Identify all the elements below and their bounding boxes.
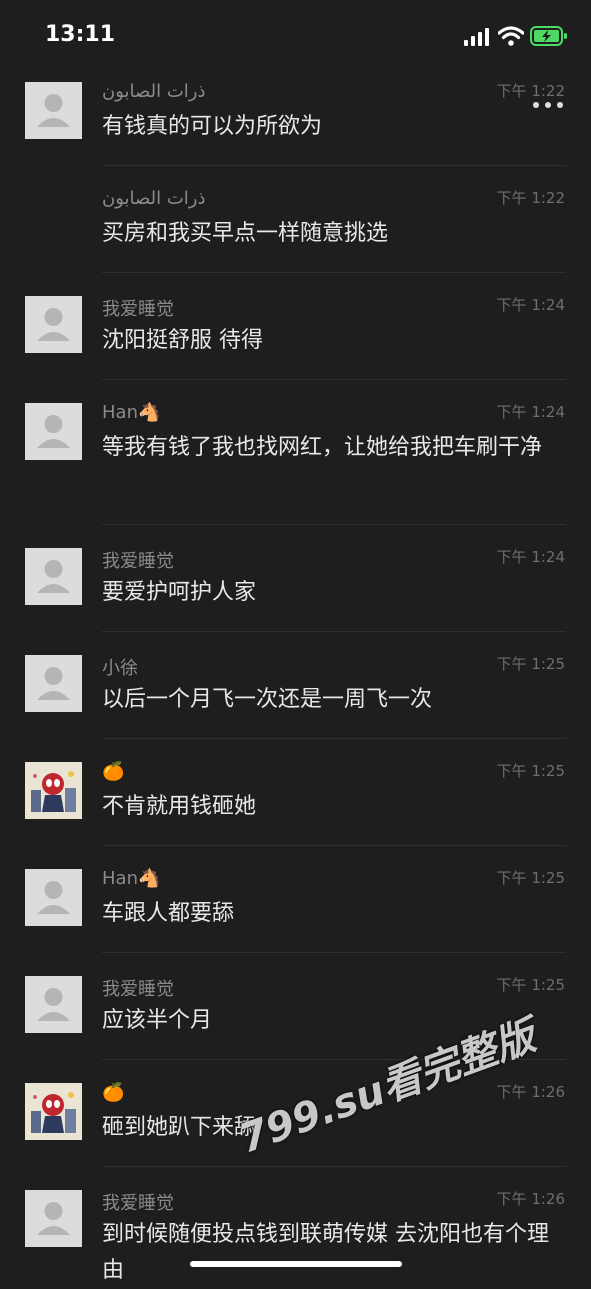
sender-name: 🍊 (102, 761, 125, 782)
list-item[interactable]: Han🐴 下午 1:24 等我有钱了我也找网红，让她给我把车刷干净 (0, 401, 591, 523)
character-avatar-icon (31, 1092, 76, 1133)
sender-name: ذرات الصابون (102, 81, 206, 102)
avatar[interactable] (25, 1083, 82, 1140)
person-icon (37, 560, 70, 593)
home-indicator[interactable] (190, 1261, 402, 1267)
avatar[interactable] (25, 82, 82, 139)
message-text: 以后一个月飞一次还是一周飞一次 (102, 687, 433, 712)
avatar[interactable] (25, 869, 82, 926)
person-icon (37, 415, 70, 448)
sender-name: Han🐴 (102, 868, 161, 889)
message-time: 下午 1:25 (496, 869, 565, 887)
avatar[interactable] (25, 762, 82, 819)
divider (102, 272, 566, 273)
avatar[interactable] (25, 1190, 82, 1247)
message-time: 下午 1:26 (496, 1083, 565, 1101)
status-bar: 13:11 (0, 0, 591, 72)
list-item[interactable]: 小徐 下午 1:25 以后一个月飞一次还是一周飞一次 (0, 653, 591, 739)
avatar[interactable] (25, 296, 82, 353)
divider (102, 952, 566, 953)
character-avatar-icon (31, 771, 76, 812)
status-time: 13:11 (45, 22, 116, 47)
list-item[interactable]: 我爱睡觉 下午 1:24 沈阳挺舒服 待得 (0, 294, 591, 380)
avatar[interactable] (25, 548, 82, 605)
message-text: 买房和我买早点一样随意挑选 (102, 221, 389, 246)
list-item[interactable]: 我爱睡觉 下午 1:24 要爱护呵护人家 (0, 546, 591, 632)
sender-name: 🍊 (102, 1082, 125, 1103)
sender-name: Han🐴 (102, 402, 161, 423)
message-time: 下午 1:26 (496, 1190, 565, 1208)
list-item[interactable]: 🍊 下午 1:25 不肯就用钱砸她 (0, 760, 591, 846)
message-text: 要爱护呵护人家 (102, 580, 257, 605)
divider (102, 631, 566, 632)
avatar[interactable] (25, 403, 82, 460)
sender-name: 我爱睡觉 (102, 551, 174, 572)
person-icon (37, 1202, 70, 1235)
person-icon (37, 308, 70, 341)
sender-name: 我爱睡觉 (102, 299, 174, 320)
person-icon (37, 667, 70, 700)
message-text: 等我有钱了我也找网红，让她给我把车刷干净 (102, 435, 543, 460)
divider (102, 379, 566, 380)
message-time: 下午 1:24 (496, 403, 565, 421)
sender-name: 我爱睡觉 (102, 979, 174, 1000)
message-time: 下午 1:24 (496, 548, 565, 566)
message-time: 下午 1:24 (496, 296, 565, 314)
message-text: 有钱真的可以为所欲为 (102, 114, 323, 139)
avatar[interactable] (25, 655, 82, 712)
message-text: 不肯就用钱砸她 (102, 794, 257, 819)
list-item[interactable]: ذرات الصابون 下午 1:22 有钱真的可以为所欲为 (0, 80, 591, 166)
divider (102, 1166, 566, 1167)
message-time: 下午 1:25 (496, 655, 565, 673)
avatar[interactable] (25, 976, 82, 1033)
sender-name: 我爱睡觉 (102, 1193, 174, 1214)
divider (102, 738, 566, 739)
divider (102, 845, 566, 846)
wifi-icon (498, 26, 524, 46)
message-text: 到时候随便投点钱到联萌传媒 去沈阳也有个理由 (102, 1222, 549, 1283)
sender-name: ذرات الصابون (102, 188, 206, 209)
signal-icon (464, 28, 489, 46)
person-icon (37, 94, 70, 127)
list-item[interactable]: Han🐴 下午 1:25 车跟人都要舔 (0, 867, 591, 953)
message-text: 沈阳挺舒服 待得 (102, 328, 263, 353)
divider (102, 165, 566, 166)
battery-icon (530, 26, 567, 46)
divider (102, 524, 566, 525)
sender-name: 小徐 (102, 658, 138, 679)
message-time: 下午 1:22 (496, 189, 565, 207)
message-time: 下午 1:25 (496, 762, 565, 780)
person-icon (37, 988, 70, 1021)
message-time: 下午 1:22 (496, 82, 565, 100)
message-text: 车跟人都要舔 (102, 901, 235, 926)
person-icon (37, 881, 70, 914)
message-time: 下午 1:25 (496, 976, 565, 994)
list-item[interactable]: ذرات الصابون 下午 1:22 买房和我买早点一样随意挑选 (0, 187, 591, 273)
